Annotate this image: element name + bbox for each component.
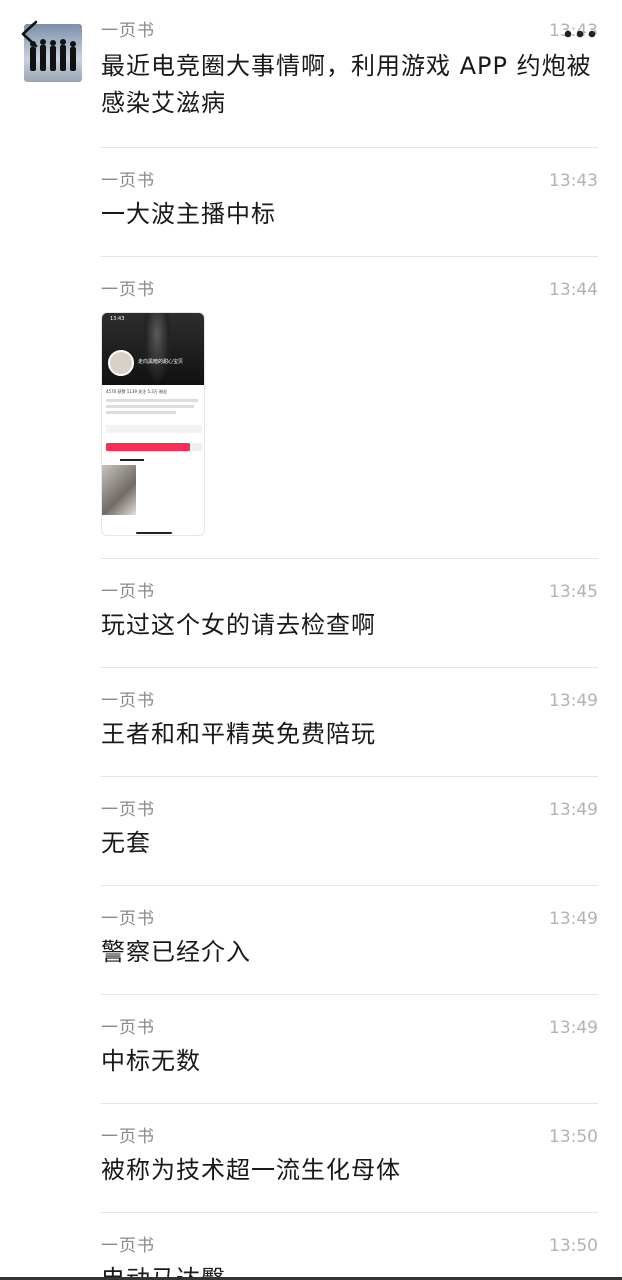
message-item[interactable]: 一页书 13:45 玩过这个女的请去检查啊 [101,559,598,668]
profile-stats: 4570 获赞 1139 关注 5.3万 粉丝 [106,389,168,394]
message-feed: 一页书 13:43 最近电竞圈大事情啊，利用游戏 APP 约炮被感染艾滋病 一页… [101,0,598,1280]
profile-name: 走向黑暗的甜心宝贝 [138,359,184,365]
message-item[interactable]: 一页书 13:49 王者和和平精英免费陪玩 [101,668,598,777]
message-author: 一页书 [101,1127,155,1147]
message-author: 一页书 [101,691,155,711]
message-time: 13:43 [549,171,598,191]
message-item[interactable]: 一页书 13:44 13:43 走向黑暗的甜心宝贝 4570 获赞 1139 关… [101,257,598,559]
message-time: 13:50 [549,1236,598,1256]
message-text: 最近电竞圈大事情啊，利用游戏 APP 约炮被感染艾滋病 [101,52,592,117]
message-item[interactable]: 一页书 13:50 被称为技术超一流生化母体 [101,1104,598,1213]
message-item[interactable]: 一页书 13:50 电动马达臀 [101,1213,598,1280]
message-text: 中标无数 [101,1047,201,1075]
message-text: 警察已经介入 [101,938,251,966]
message-item[interactable]: 一页书 13:43 一大波主播中标 [101,148,598,257]
message-text: 无套 [101,829,151,857]
dropdown-button [192,443,202,451]
message-time: 13:50 [549,1127,598,1147]
message-author: 一页书 [101,909,155,929]
home-indicator [136,532,172,534]
message-time: 13:49 [549,691,598,711]
message-time: 13:49 [549,1018,598,1038]
message-text: 王者和和平精英免费陪玩 [101,720,376,748]
message-text: 玩过这个女的请去检查啊 [101,611,376,639]
message-time: 13:49 [549,800,598,820]
works-tab-indicator [120,459,144,461]
more-options-icon[interactable] [562,28,598,40]
message-author: 一页书 [101,800,155,820]
screenshot-status-time: 13:43 [110,316,125,322]
message-time: 13:44 [549,280,598,300]
message-author: 一页书 [101,582,155,602]
message-item[interactable]: 一页书 13:49 无套 [101,777,598,886]
message-author: 一页书 [101,21,155,41]
message-item[interactable]: 一页书 13:49 中标无数 [101,995,598,1104]
message-text: 被称为技术超一流生化母体 [101,1156,401,1184]
back-chevron-icon[interactable] [18,20,42,48]
screenshot-image[interactable]: 13:43 走向黑暗的甜心宝贝 4570 获赞 1139 关注 5.3万 粉丝 [101,312,205,536]
video-thumbnail [102,465,136,515]
message-time: 13:45 [549,582,598,602]
message-item[interactable]: 一页书 13:43 最近电竞圈大事情啊，利用游戏 APP 约炮被感染艾滋病 [101,0,598,148]
message-author: 一页书 [101,171,155,191]
message-item[interactable]: 一页书 13:49 警察已经介入 [101,886,598,995]
profile-avatar [108,350,134,376]
message-time: 13:49 [549,909,598,929]
message-text: 一大波主播中标 [101,200,276,228]
message-author: 一页书 [101,280,155,300]
message-author: 一页书 [101,1236,155,1256]
message-author: 一页书 [101,1018,155,1038]
follow-button [106,443,190,451]
